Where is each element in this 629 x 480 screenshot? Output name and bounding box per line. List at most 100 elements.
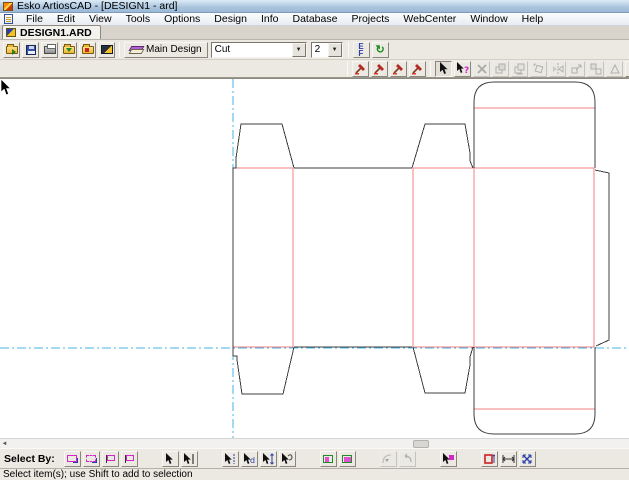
- select-by-label: Select By:: [4, 453, 55, 465]
- snap-glyph: EF: [358, 43, 363, 57]
- menu-item-options[interactable]: Options: [157, 13, 207, 25]
- toolbar-separator: [430, 61, 431, 76]
- sequence-tool-icon[interactable]: [587, 61, 604, 77]
- floppy-glyph: [26, 45, 36, 55]
- menu-item-edit[interactable]: Edit: [50, 13, 82, 25]
- main-toolbar: Main Design Cut ▼ 2 ▼ EF ↻: [0, 40, 629, 60]
- rect-glyph: [67, 455, 77, 462]
- color-tool-icon[interactable]: [625, 61, 629, 77]
- window-title: Esko ArtiosCAD - [DESIGN1 - ard]: [17, 0, 177, 12]
- tab-design1[interactable]: DESIGN1.ARD: [2, 25, 101, 39]
- menu-item-help[interactable]: Help: [515, 13, 551, 25]
- select-pointer-edge-icon[interactable]: [181, 451, 198, 467]
- main-design-button[interactable]: Main Design: [124, 42, 208, 58]
- rebuild-tool-1-hammer-icon[interactable]: [352, 61, 369, 77]
- line-type-combo[interactable]: Cut ▼: [211, 42, 307, 58]
- status-text: Select item(s); use Shift to add to sele…: [3, 469, 193, 480]
- scroll-left-icon[interactable]: ◄: [0, 439, 9, 448]
- select-text-icon[interactable]: [260, 451, 277, 467]
- select-inside-rectangle-icon[interactable]: [64, 451, 81, 467]
- menu-item-file[interactable]: File: [19, 13, 50, 25]
- select-tool-arrow-icon[interactable]: [435, 61, 452, 77]
- document-tab-bar: DESIGN1.ARD: [0, 26, 629, 40]
- select-flag-inside-icon[interactable]: [102, 451, 119, 467]
- select-layer-all-icon[interactable]: [339, 451, 356, 467]
- refresh-glyph: ↻: [375, 43, 384, 56]
- transform-tool-icon[interactable]: [606, 61, 623, 77]
- layer-glyph: [323, 455, 333, 463]
- scrollbar-thumb[interactable]: [413, 440, 429, 448]
- snap-options-icon[interactable]: EF: [353, 42, 370, 58]
- flag-glyph: [106, 455, 115, 463]
- menu-item-info[interactable]: Info: [254, 13, 286, 25]
- select-flag-touching-icon[interactable]: [121, 451, 138, 467]
- menu-item-window[interactable]: Window: [463, 13, 514, 25]
- rebuild-tool-3-hammer-icon[interactable]: [390, 61, 407, 77]
- menu-item-view[interactable]: View: [82, 13, 119, 25]
- artioscad-window: { "window": { "title": "Esko ArtiosCAD -…: [0, 0, 629, 480]
- menu-item-database[interactable]: Database: [286, 13, 345, 25]
- layer-full-glyph: [342, 455, 352, 463]
- menu-item-webcenter[interactable]: WebCenter: [396, 13, 463, 25]
- select-arc-icon[interactable]: [380, 451, 397, 467]
- line-type-value: Cut: [212, 44, 292, 55]
- flag-glyph: [125, 455, 134, 463]
- rebuild-design-icon[interactable]: ↻: [372, 42, 389, 58]
- scale-tool-icon[interactable]: [568, 61, 585, 77]
- drawing-canvas[interactable]: [0, 78, 629, 438]
- line-weight-combo[interactable]: 2 ▼: [311, 42, 343, 58]
- select-line-icon[interactable]: [222, 451, 239, 467]
- dieline-svg: [0, 79, 629, 438]
- horizontal-scrollbar[interactable]: ◄: [0, 438, 629, 448]
- print-icon[interactable]: [41, 42, 58, 58]
- chevron-down-icon[interactable]: ▼: [328, 43, 342, 57]
- menu-item-projects[interactable]: Projects: [344, 13, 396, 25]
- select-query-tool-icon[interactable]: ?: [454, 61, 471, 77]
- printer-glyph: [44, 46, 56, 54]
- line-weight-value: 2: [312, 44, 328, 55]
- select-red-rectangle-icon[interactable]: [481, 451, 498, 467]
- select-horizontal-extent-icon[interactable]: [500, 451, 517, 467]
- app-icon: [3, 2, 13, 11]
- export-icon[interactable]: [79, 42, 96, 58]
- mirror-tool-icon[interactable]: [549, 61, 566, 77]
- select-by-toolbar: Select By: d: [0, 448, 629, 468]
- menu-item-tools[interactable]: Tools: [119, 13, 158, 25]
- select-by-example-icon[interactable]: [440, 451, 457, 467]
- rotate-tool-icon[interactable]: [530, 61, 547, 77]
- toolbar-separator: [347, 61, 348, 76]
- tools-toolbar: ?: [0, 60, 629, 78]
- tab-label: DESIGN1.ARD: [20, 27, 92, 39]
- select-undo-icon[interactable]: [399, 451, 416, 467]
- svg-text:d: d: [250, 456, 255, 465]
- main-design-label: Main Design: [146, 44, 202, 55]
- chevron-down-icon[interactable]: ▼: [292, 43, 306, 57]
- status-bar: Select item(s); use Shift to add to sele…: [0, 468, 629, 480]
- rebuild-tool-2-hammer-icon[interactable]: [371, 61, 388, 77]
- toolbar-separator: [348, 42, 349, 57]
- select-cross-extent-icon[interactable]: [519, 451, 536, 467]
- open-icon[interactable]: [3, 42, 20, 58]
- select-layer-part-icon[interactable]: [320, 451, 337, 467]
- copy-tool-icon[interactable]: [511, 61, 528, 77]
- select-annotation-icon[interactable]: [279, 451, 296, 467]
- layers-icon: [130, 46, 142, 54]
- select-touching-rectangle-icon[interactable]: [83, 451, 100, 467]
- title-bar: Esko ArtiosCAD - [DESIGN1 - ard]: [0, 0, 629, 13]
- menu-item-design[interactable]: Design: [207, 13, 254, 25]
- open-folder-glyph: [6, 46, 18, 54]
- move-tool-icon[interactable]: [492, 61, 509, 77]
- svg-text:?: ?: [464, 66, 469, 75]
- select-dimension-icon[interactable]: d: [241, 451, 258, 467]
- mouse-cursor: [0, 79, 12, 96]
- save-icon[interactable]: [22, 42, 39, 58]
- delete-tool-x-icon[interactable]: [473, 61, 490, 77]
- rebuild-tool-4-hammer-icon[interactable]: [409, 61, 426, 77]
- select-pointer-icon[interactable]: [162, 451, 179, 467]
- toolbar-separator: [119, 42, 120, 57]
- export-glyph: [82, 46, 94, 54]
- import-workspace-icon[interactable]: [60, 42, 77, 58]
- publish-icon[interactable]: [98, 42, 115, 58]
- import-glyph: [63, 46, 75, 54]
- document-system-icon[interactable]: [4, 14, 13, 24]
